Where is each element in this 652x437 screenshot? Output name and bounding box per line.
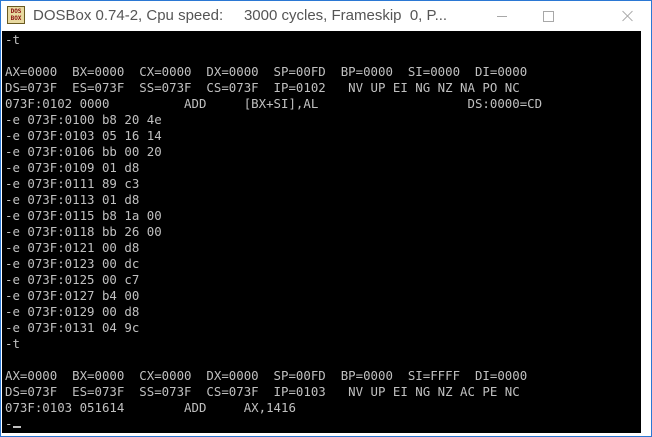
console-line: 073F:0103 051614 ADD AX,1416 — [5, 400, 296, 415]
dosbox-app-icon[interactable]: DOS BOX — [7, 6, 25, 24]
console-line: -e 073F:0127 b4 00 — [5, 288, 140, 303]
console-line: -e 073F:0118 bb 26 00 — [5, 224, 162, 239]
console-line: -e 073F:0103 05 16 14 — [5, 128, 162, 143]
close-button[interactable] — [605, 1, 651, 31]
console-line: DS=073F ES=073F SS=073F CS=073F IP=0102 … — [5, 80, 520, 95]
console-line: AX=0000 BX=0000 CX=0000 DX=0000 SP=00FD … — [5, 368, 528, 383]
console-line: -t — [5, 336, 20, 351]
window-border — [641, 31, 651, 433]
minimize-button[interactable] — [479, 1, 525, 31]
text-cursor — [13, 426, 21, 428]
dosbox-window: DOS BOX DOSBox 0.74-2, Cpu speed: 3000 c… — [0, 0, 652, 437]
minimize-icon — [497, 15, 507, 17]
console-line: -e 073F:0100 b8 20 4e — [5, 112, 162, 127]
console-line: -e 073F:0125 00 c7 — [5, 272, 140, 287]
console-prompt[interactable]: - — [5, 416, 542, 432]
console-line: -e 073F:0121 00 d8 — [5, 240, 140, 255]
console-line: DS=073F ES=073F SS=073F CS=073F IP=0103 … — [5, 384, 520, 399]
console-line: -e 073F:0115 b8 1a 00 — [5, 208, 162, 223]
dos-console[interactable]: -t AX=0000 BX=0000 CX=0000 DX=0000 SP=00… — [2, 31, 641, 433]
console-line: 073F:0102 0000 ADD [BX+SI],AL DS:0000=CD — [5, 96, 543, 111]
console-line: -t — [5, 32, 20, 47]
console-line: -e 073F:0106 bb 00 20 — [5, 144, 162, 159]
console-line: -e 073F:0129 00 d8 — [5, 304, 140, 319]
window-title: DOSBox 0.74-2, Cpu speed: 3000 cycles, F… — [33, 7, 448, 24]
console-line: AX=0000 BX=0000 CX=0000 DX=0000 SP=00FD … — [5, 64, 528, 79]
maximize-button[interactable] — [525, 1, 571, 31]
console-line: -e 073F:0109 01 d8 — [5, 160, 140, 175]
console-line: -e 073F:0123 00 dc — [5, 256, 140, 271]
title-bar[interactable]: DOS BOX DOSBox 0.74-2, Cpu speed: 3000 c… — [1, 1, 651, 31]
console-line: -e 073F:0111 89 c3 — [5, 176, 140, 191]
maximize-icon — [542, 10, 554, 22]
console-output: -t AX=0000 BX=0000 CX=0000 DX=0000 SP=00… — [5, 32, 542, 432]
close-icon — [622, 10, 634, 22]
console-line: -e 073F:0131 04 9c — [5, 320, 140, 335]
console-line: -e 073F:0113 01 d8 — [5, 192, 140, 207]
